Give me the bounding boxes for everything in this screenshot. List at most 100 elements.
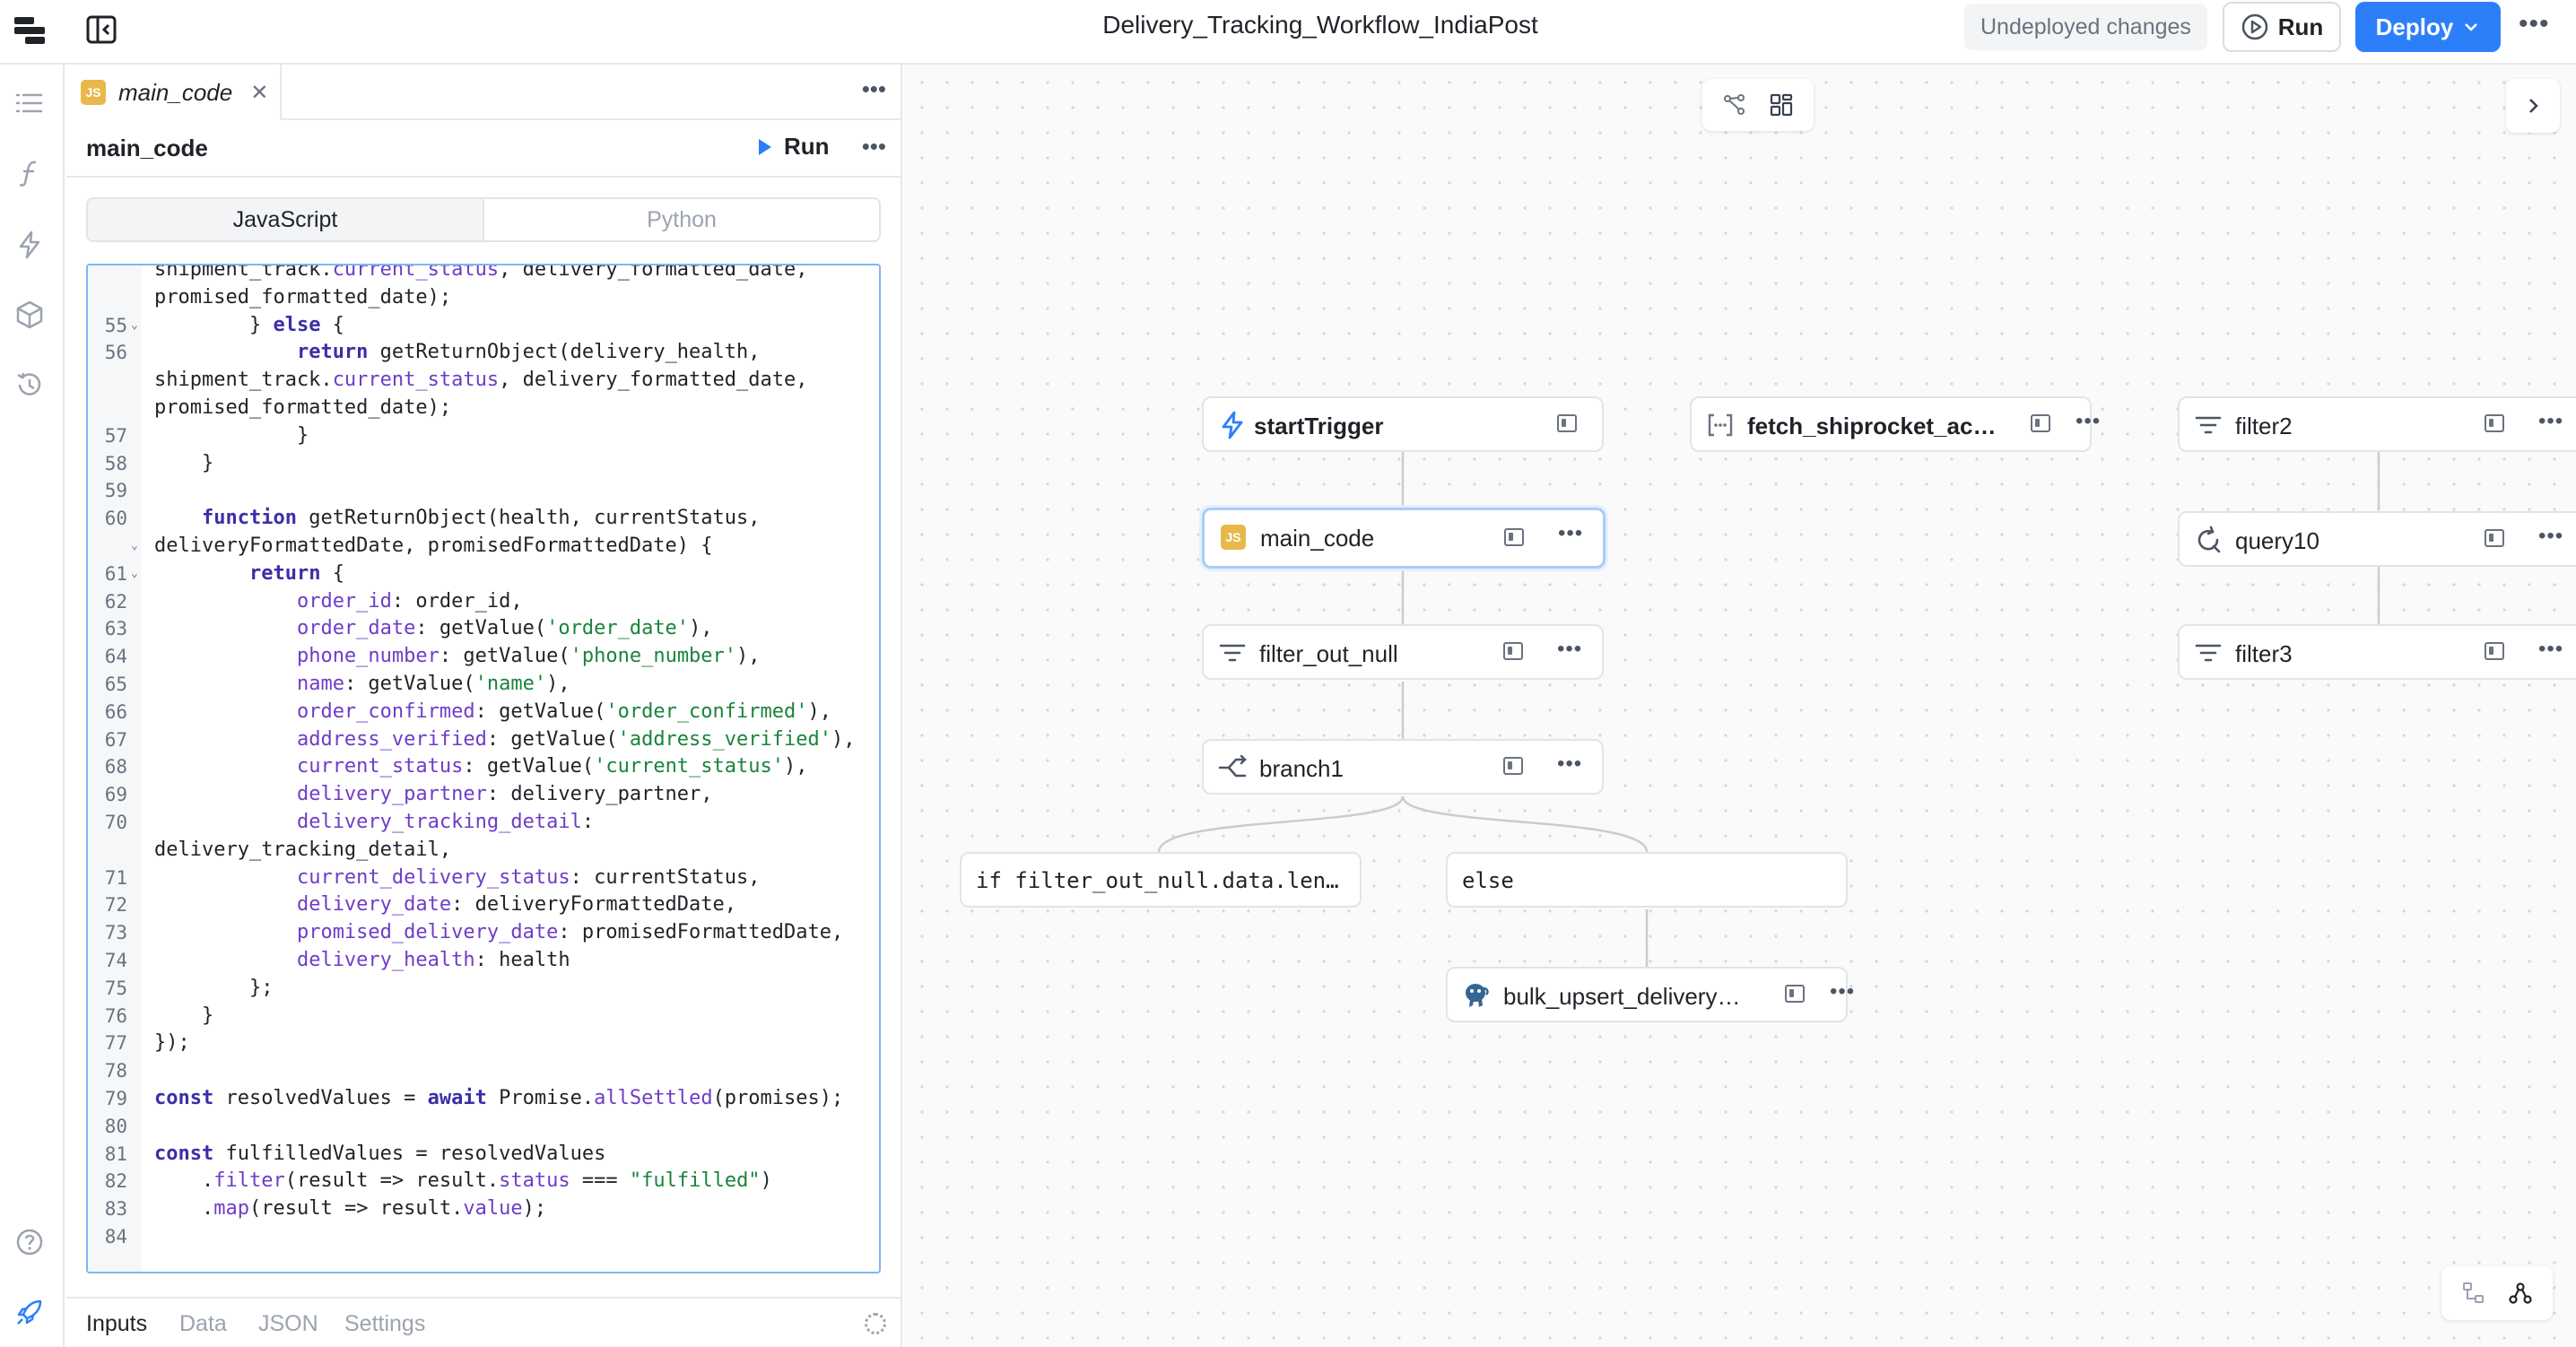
- bolt-icon: [1218, 411, 1247, 439]
- function-icon[interactable]: [14, 158, 45, 188]
- node-query10[interactable]: query10 •••: [2178, 511, 2576, 567]
- toggle-sidebar-icon[interactable]: [84, 13, 118, 47]
- tab-label: main_code: [118, 78, 233, 106]
- code-line: 65 name: getValue('name'),: [88, 671, 879, 699]
- deploy-label: Deploy: [2375, 13, 2454, 40]
- code-line: 67 address_verified: getValue('address_v…: [88, 726, 879, 754]
- node-fetch-shiprocket[interactable]: fetch_shiprocket_acce... •••: [1690, 396, 2100, 452]
- node-more-icon[interactable]: •••: [2076, 409, 2101, 434]
- code-line: promised_formatted_date);: [88, 284, 879, 312]
- panel-toggle-icon[interactable]: [2485, 642, 2504, 660]
- js-icon: JS: [1219, 523, 1248, 552]
- line-number: 74: [104, 949, 127, 971]
- code-line: 82 .filter(result => result.status === "…: [88, 1168, 879, 1195]
- list-icon[interactable]: [14, 88, 45, 118]
- code-editor[interactable]: shipment_track.current_status, delivery_…: [86, 264, 881, 1273]
- language-option-python[interactable]: Python: [484, 199, 879, 240]
- workflow-canvas[interactable]: startTrigger JS main_code ••• filter_out…: [904, 65, 2576, 1347]
- filter-icon: [2194, 639, 2223, 667]
- filter-icon: [2194, 411, 2223, 439]
- tab-settings[interactable]: Settings: [344, 1311, 425, 1337]
- panel-toggle-icon[interactable]: [2485, 529, 2504, 547]
- code-text: delivery_tracking_detail:: [296, 810, 595, 833]
- app-logo-icon[interactable]: [13, 14, 48, 47]
- canvas-toolbar: [1702, 79, 1814, 131]
- bottom-tabs: Inputs Data JSON Settings: [66, 1297, 902, 1347]
- tab-main-code[interactable]: JS main_code ✕: [66, 65, 282, 120]
- auto-layout-icon[interactable]: [1721, 91, 1748, 118]
- deploy-button[interactable]: Deploy: [2355, 2, 2501, 52]
- node-label: fetch_shiprocket_acce...: [1747, 413, 2007, 439]
- node-more-icon[interactable]: •••: [2538, 524, 2563, 549]
- node-more-icon[interactable]: •••: [1830, 979, 1855, 1004]
- panel-toggle-icon[interactable]: [1504, 528, 1524, 546]
- node-branch1[interactable]: branch1 •••: [1202, 739, 1604, 795]
- grid-layout-icon[interactable]: [1768, 91, 1795, 118]
- editor-tab-bar: JS main_code ✕ •••: [66, 65, 902, 120]
- left-rail: [0, 65, 65, 1347]
- node-more-icon[interactable]: •••: [2538, 637, 2563, 662]
- branch-condition-if[interactable]: if filter_out_null.data.len…: [960, 852, 1362, 908]
- panel-toggle-icon[interactable]: [2031, 414, 2050, 432]
- run-workflow-label: Run: [2277, 13, 2324, 40]
- node-filter2[interactable]: filter2 •••: [2178, 396, 2576, 452]
- node-bulk-upsert[interactable]: bulk_upsert_delivery_... •••: [1446, 967, 1854, 1022]
- node-more-icon[interactable]: •••: [1557, 752, 1582, 777]
- query-more-options-icon[interactable]: •••: [862, 133, 886, 161]
- panel-toggle-icon[interactable]: [2485, 414, 2504, 432]
- tab-more-options-icon[interactable]: •••: [862, 75, 886, 103]
- line-number: 56: [104, 342, 127, 364]
- run-workflow-button[interactable]: Run: [2223, 2, 2341, 52]
- line-number: 55: [104, 314, 127, 336]
- code-text: promised_formatted_date);: [154, 395, 452, 419]
- node-filter-out-null[interactable]: filter_out_null •••: [1202, 624, 1604, 680]
- code-text: function getReturnObject(health, current…: [201, 507, 761, 530]
- panel-toggle-icon[interactable]: [1503, 642, 1523, 660]
- panel-toggle-icon[interactable]: [1557, 414, 1577, 432]
- chevron-right-icon[interactable]: [2506, 79, 2560, 133]
- line-number: 72: [104, 894, 127, 917]
- node-start-trigger[interactable]: startTrigger: [1202, 396, 1604, 452]
- trigger-bolt-icon[interactable]: [14, 230, 45, 260]
- history-icon[interactable]: [14, 369, 45, 400]
- api-icon: [1706, 411, 1735, 439]
- close-icon[interactable]: ✕: [250, 80, 268, 106]
- code-line: 68 current_status: getValue('current_sta…: [88, 753, 879, 781]
- line-number: 76: [104, 1004, 127, 1027]
- node-label: filter3: [2235, 640, 2293, 667]
- code-line: 74 delivery_health: health: [88, 947, 879, 975]
- node-main-code[interactable]: JS main_code •••: [1202, 508, 1606, 569]
- run-query-button[interactable]: Run: [757, 133, 830, 161]
- node-more-icon[interactable]: •••: [1558, 521, 1583, 546]
- line-number: 63: [104, 618, 127, 640]
- help-icon[interactable]: [14, 1227, 45, 1257]
- code-line: 66 order_confirmed: getValue('order_conf…: [88, 699, 879, 726]
- code-text: }: [154, 423, 309, 447]
- rocket-icon[interactable]: [14, 1297, 45, 1327]
- tab-inputs[interactable]: Inputs: [86, 1311, 147, 1337]
- fold-chevron-icon[interactable]: ⌄: [131, 533, 138, 561]
- tab-json[interactable]: JSON: [258, 1311, 318, 1337]
- code-line: 76 }: [88, 1003, 879, 1030]
- language-option-javascript[interactable]: JavaScript: [88, 199, 484, 240]
- line-number: 71: [104, 866, 127, 889]
- graph-icon[interactable]: [2508, 1281, 2533, 1306]
- cube-icon[interactable]: [14, 300, 45, 330]
- code-editor-panel: JS main_code ✕ ••• main_code Run ••• Jav…: [66, 65, 902, 1347]
- tab-data[interactable]: Data: [179, 1311, 227, 1337]
- code-line: 62 order_id: order_id,: [88, 588, 879, 616]
- branch-condition-else[interactable]: else: [1446, 852, 1848, 908]
- fold-chevron-icon[interactable]: ⌄: [131, 561, 138, 588]
- node-more-icon[interactable]: •••: [1557, 637, 1582, 662]
- panel-toggle-icon[interactable]: [1503, 757, 1523, 775]
- node-label: query10: [2235, 527, 2319, 554]
- more-options-icon[interactable]: •••: [2519, 9, 2550, 39]
- fold-chevron-icon[interactable]: ⌄: [131, 312, 138, 340]
- tree-layout-icon[interactable]: [2461, 1281, 2486, 1306]
- panel-toggle-icon[interactable]: [1785, 985, 1805, 1003]
- code-line: 79 const resolvedValues = await Promise.a…: [88, 1085, 879, 1113]
- node-more-icon[interactable]: •••: [2538, 409, 2563, 434]
- code-text: } else {: [154, 313, 344, 336]
- line-number: 61: [104, 562, 127, 585]
- node-filter3[interactable]: filter3 •••: [2178, 624, 2576, 680]
